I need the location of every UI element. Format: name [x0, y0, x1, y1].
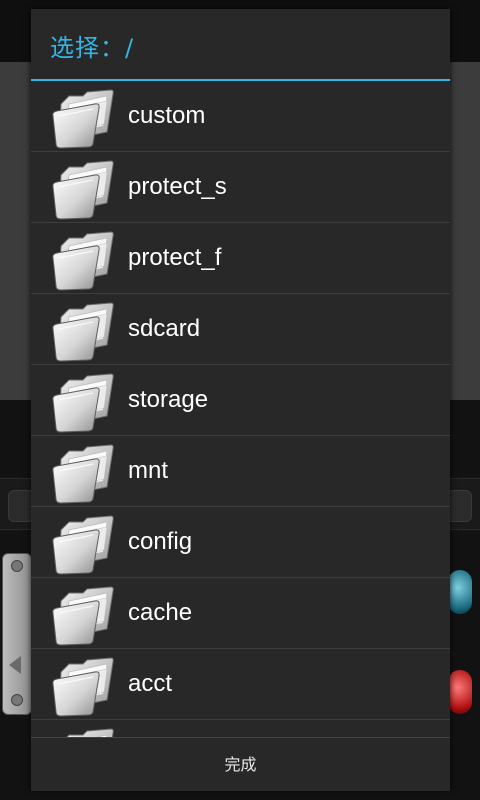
folder-label: sdcard: [128, 315, 201, 342]
folder-label: config: [128, 528, 193, 555]
folder-label: protect_s: [128, 173, 227, 200]
folder-label: custom: [128, 102, 206, 129]
folder-label: protect_f: [128, 244, 222, 271]
background-knob: [448, 570, 472, 614]
folder-icon: [47, 86, 119, 150]
folder-item[interactable]: storage: [31, 365, 450, 436]
screw-icon: [11, 694, 23, 706]
folder-icon: [47, 299, 119, 363]
dialog-title: 选择：/: [50, 34, 135, 62]
folder-icon: [47, 441, 119, 505]
dialog-footer: 完成: [31, 737, 450, 791]
folder-label: cache: [128, 599, 193, 626]
folder-item[interactable]: acct: [31, 649, 450, 720]
folder-item[interactable]: protect_s: [31, 152, 450, 223]
folder-icon: [47, 157, 119, 221]
folder-list[interactable]: custom protect_s protect_f sdcard storag…: [31, 81, 450, 737]
folder-icon: [47, 654, 119, 718]
background-slide-handle: [2, 553, 32, 715]
folder-label: storage: [128, 386, 209, 413]
folder-item[interactable]: mnt: [31, 436, 450, 507]
dialog-header: 选择：/: [31, 9, 450, 79]
folder-item[interactable]: cache: [31, 578, 450, 649]
folder-item[interactable]: config: [31, 507, 450, 578]
done-button[interactable]: 完成: [31, 738, 450, 791]
folder-item[interactable]: [31, 720, 450, 737]
arrow-left-icon: [9, 656, 21, 674]
folder-icon: [47, 370, 119, 434]
folder-item[interactable]: protect_f: [31, 223, 450, 294]
folder-label: acct: [128, 670, 173, 697]
folder-icon: [47, 725, 119, 737]
folder-label: mnt: [128, 457, 169, 484]
folder-item[interactable]: sdcard: [31, 294, 450, 365]
folder-icon: [47, 228, 119, 292]
folder-icon: [47, 512, 119, 576]
background-knob: [448, 670, 472, 714]
screw-icon: [11, 560, 23, 572]
folder-icon: [47, 583, 119, 647]
folder-chooser-dialog: 选择：/ custom protect_s protect_f sdcard s…: [31, 9, 450, 791]
folder-item[interactable]: custom: [31, 81, 450, 152]
